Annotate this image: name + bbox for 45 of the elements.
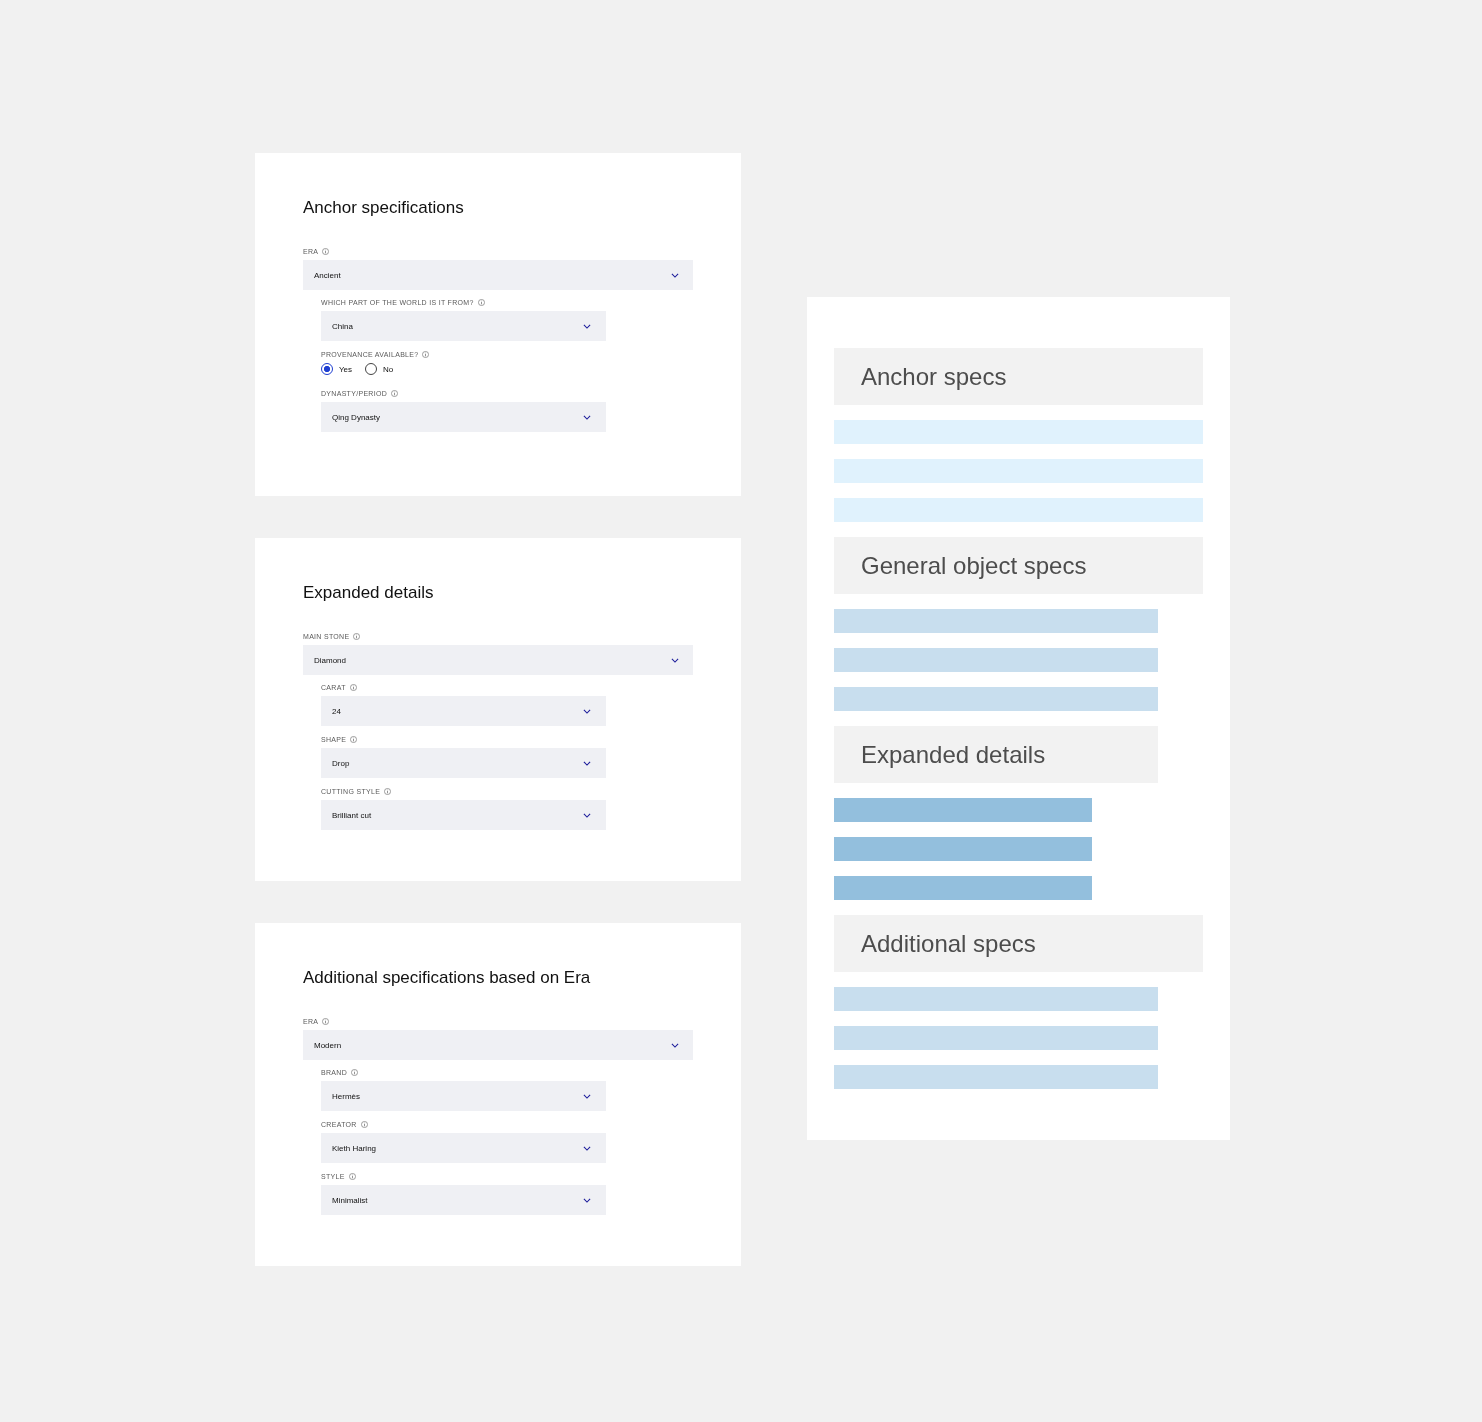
info-icon bbox=[322, 1018, 330, 1025]
radio-button[interactable] bbox=[365, 363, 378, 375]
dropdown[interactable]: Hermès bbox=[321, 1081, 606, 1111]
info-icon bbox=[350, 736, 358, 743]
chevron-down-icon bbox=[671, 1042, 679, 1048]
dropdown[interactable]: Qing Dynasty bbox=[321, 402, 606, 432]
chevron-down-icon bbox=[583, 1197, 591, 1203]
radio-label[interactable]: No bbox=[383, 364, 394, 374]
info-icon bbox=[360, 1121, 368, 1128]
dropdown[interactable]: Brilliant cut bbox=[321, 800, 606, 830]
info-icon bbox=[353, 633, 361, 640]
chevron-down-icon bbox=[583, 1145, 591, 1151]
card-title: Expanded details bbox=[303, 583, 434, 603]
section-header: Additional specs bbox=[834, 915, 1203, 972]
info-icon bbox=[384, 788, 392, 795]
info-icon bbox=[349, 684, 357, 691]
chevron-down-icon bbox=[583, 760, 591, 766]
dropdown[interactable]: Drop bbox=[321, 748, 606, 778]
section-header: Anchor specs bbox=[834, 348, 1203, 405]
chevron-down-icon bbox=[583, 812, 591, 818]
chevron-down-icon bbox=[671, 272, 679, 278]
info-icon bbox=[322, 248, 330, 255]
chevron-down-icon bbox=[671, 657, 679, 663]
info-icon bbox=[348, 1173, 356, 1180]
info-icon bbox=[391, 390, 399, 397]
card-title: Additional specifications based on Era bbox=[303, 968, 591, 988]
info-icon bbox=[422, 351, 430, 358]
dropdown[interactable]: Diamond bbox=[303, 645, 693, 675]
chevron-down-icon bbox=[583, 708, 591, 714]
radio-button[interactable] bbox=[321, 363, 333, 375]
dropdown[interactable]: Kieth Haring bbox=[321, 1133, 606, 1163]
card-title: Anchor specifications bbox=[303, 198, 464, 218]
section-header: Expanded details bbox=[834, 726, 1158, 783]
radio-label[interactable]: Yes bbox=[339, 364, 353, 374]
dropdown[interactable]: Ancient bbox=[303, 260, 693, 290]
dropdown[interactable]: China bbox=[321, 311, 606, 341]
chevron-down-icon bbox=[583, 414, 591, 420]
dropdown[interactable]: Minimalist bbox=[321, 1185, 606, 1215]
chevron-down-icon bbox=[583, 323, 591, 329]
section-header: General object specs bbox=[834, 537, 1203, 594]
dropdown[interactable]: Modern bbox=[303, 1030, 693, 1060]
chevron-down-icon bbox=[583, 1093, 591, 1099]
info-icon bbox=[351, 1069, 358, 1076]
dropdown[interactable]: 24 bbox=[321, 696, 606, 726]
info-icon bbox=[477, 299, 485, 306]
